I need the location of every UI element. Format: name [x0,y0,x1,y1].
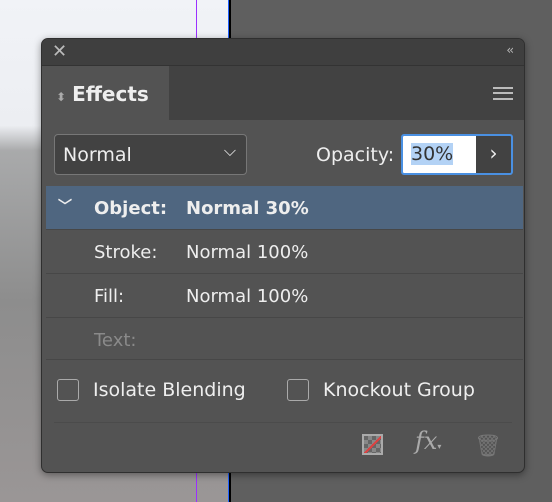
opacity-slider-button[interactable]: › [476,136,511,173]
options-row: Isolate Blending Knockout Group [42,374,524,408]
list-item-stroke[interactable]: Stroke: Normal 100% [46,230,523,274]
collapse-icon[interactable]: ‹‹ [506,43,513,57]
trash-icon[interactable]: 🗑 [474,434,502,459]
clear-transparency-icon[interactable] [362,434,383,455]
list-item-object[interactable]: ﹀ Object: Normal 30% [46,186,523,230]
row-key: Fill: [94,286,125,307]
hamburger-menu-icon[interactable] [493,87,513,100]
controls: Normal ⌵ Opacity: 30% › [42,120,524,186]
list-item-text: Text: [46,318,523,362]
tab-label: Effects [72,82,149,106]
effects-panel: ✕ ‹‹ ⬍ Effects Normal ⌵ Opacity: 30% › ﹀ Ob… [41,38,525,473]
chevron-down-icon: ⌵ [223,141,236,160]
row-value: Normal 100% [186,286,309,307]
opacity-input[interactable]: 30% [403,136,476,173]
row-value: Normal 100% [186,242,309,263]
knockout-group-checkbox[interactable] [287,379,309,401]
isolate-blending-checkbox[interactable] [57,379,79,401]
divider [54,422,512,423]
knockout-group-label[interactable]: Knockout Group [323,379,475,401]
tab-effects[interactable]: ⬍ Effects [42,66,169,120]
blend-mode-select[interactable]: Normal ⌵ [54,134,247,175]
opacity-value: 30% [411,143,454,165]
expand-arrows-icon: ⬍ [56,90,67,104]
opacity-label: Opacity: [316,144,395,166]
row-key: Object: [94,198,168,219]
row-value: Normal 30% [186,198,309,219]
panel-titlebar[interactable]: ✕ ‹‹ [42,39,524,66]
close-icon[interactable]: ✕ [52,41,67,62]
effects-list: ﹀ Object: Normal 30% Stroke: Normal 100% Fi… [46,186,523,360]
opacity-control: 30% › [401,134,513,175]
tab-row: ⬍ Effects [42,66,524,120]
fx-label: fx [415,427,438,455]
list-item-fill[interactable]: Fill: Normal 100% [46,274,523,318]
row-key: Stroke: [94,242,158,263]
fx-icon[interactable]: fx▾ [415,427,441,455]
chevron-down-icon[interactable]: ﹀ [58,196,72,216]
isolate-blending-label[interactable]: Isolate Blending [93,379,246,401]
row-key: Text: [94,330,137,351]
blend-mode-value: Normal [63,144,132,166]
